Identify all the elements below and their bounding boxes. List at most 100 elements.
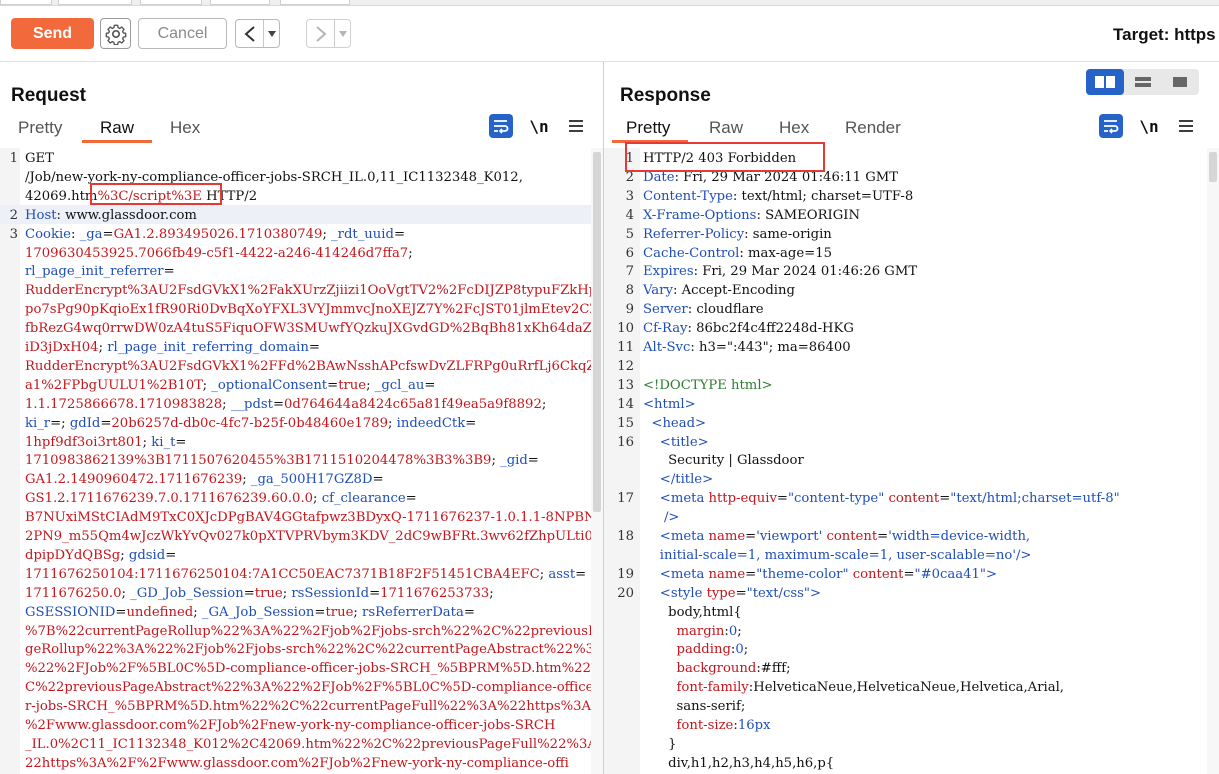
scrollbar-thumb[interactable] — [593, 152, 601, 512]
tab-pretty[interactable]: Pretty — [18, 118, 62, 138]
code-token: gdId — [69, 415, 101, 431]
word-wrap-button[interactable] — [489, 114, 513, 138]
back-button[interactable] — [236, 20, 263, 47]
code-token: 42069.htm — [25, 188, 98, 204]
line-number: 3 — [625, 188, 634, 204]
code-token: 1711676253733 — [380, 585, 490, 601]
code-text: 1711676250104:1711676250104:7A1CC50EAC73… — [25, 566, 586, 585]
code-token: ; — [366, 377, 375, 393]
top-tab-stub[interactable] — [210, 0, 270, 5]
code-token: Date — [643, 169, 675, 185]
code-token: = — [745, 529, 757, 544]
code-token: : max-age=15 — [739, 245, 832, 261]
code-token: = — [175, 434, 187, 450]
code-token: RudderEncrypt%3AU2FsdGVkX1%2FFd%2BAwNssh… — [25, 358, 603, 374]
settings-button[interactable] — [100, 18, 131, 49]
code-text: padding:0; — [643, 641, 749, 660]
code-token: : 86bc2f4c4ff2248d-HKG — [687, 321, 854, 337]
tab-hex[interactable]: Hex — [779, 118, 809, 138]
code-token: GS1.2.1711676239.7.0.1711676239.60.0.0 — [25, 491, 314, 507]
code-token: > — [809, 585, 822, 601]
send-button[interactable]: Send — [11, 18, 94, 49]
tab-raw[interactable]: Raw — [709, 118, 743, 138]
code-token: sans-serif; — [643, 699, 746, 715]
forward-button[interactable] — [307, 20, 334, 47]
code-text: 1.1.1725866678.1710983828; __pdst=0d7646… — [25, 396, 546, 415]
code-text: RudderEncrypt%3AU2FsdGVkX1%2FakXUrzZjiiz… — [25, 282, 597, 301]
layout-side-by-side-button[interactable] — [1086, 69, 1124, 95]
line-number: 10 — [617, 321, 634, 337]
code-token: dpipDYdQBSg — [25, 547, 121, 563]
code-text: %22%2FJob%2F%5BL0C%5D-compliance-officer… — [25, 660, 603, 679]
code-token: a1%2FPbgUULU1%2B10T — [25, 377, 203, 393]
top-tab-stub[interactable] — [280, 0, 350, 5]
word-wrap-button[interactable] — [1099, 114, 1123, 138]
request-scrollbar[interactable] — [591, 148, 603, 774]
code-token: = — [308, 340, 320, 355]
layout-stacked-button[interactable] — [1124, 69, 1162, 95]
code-token: Cookie — [25, 226, 71, 242]
target-label[interactable]: Target: https — [1113, 25, 1216, 45]
code-text: po7sPg90pKqioEx1fR90Ri0DvBqXoYFXL3VYJmmv… — [25, 301, 599, 320]
code-text: initial-scale=1, maximum-scale=1, user-s… — [643, 547, 1032, 566]
code-token: Alt-Svc — [643, 340, 691, 355]
code-text: 1711676250.0; _GD_Job_Session=true; rsSe… — [25, 585, 494, 604]
code-token: = — [314, 604, 326, 620]
code-token: : SAMEORIGIN — [756, 207, 860, 223]
history-forward-group — [306, 19, 351, 48]
code-token: "text/css" — [746, 585, 810, 601]
code-text: Alt-Svc: h3=":443"; ma=86400 — [643, 339, 851, 358]
code-token: = — [100, 415, 112, 431]
cancel-button[interactable]: Cancel — [138, 18, 227, 49]
code-token: <meta — [659, 529, 709, 544]
code-text: Server: cloudflare — [643, 301, 764, 320]
code-token: content — [888, 491, 940, 507]
code-text: GA1.2.1490960472.1711676239; _ga_500H17G… — [25, 471, 384, 490]
tab-render[interactable]: Render — [845, 118, 901, 138]
code-text: <!DOCTYPE html> — [643, 377, 773, 396]
response-menu-button[interactable] — [1174, 114, 1198, 138]
code-token: rsReferrerData — [362, 604, 464, 620]
request-menu-button[interactable] — [564, 114, 588, 138]
tab-hex[interactable]: Hex — [170, 118, 200, 138]
line-number: 2 — [9, 207, 18, 223]
top-tab-stub[interactable] — [0, 0, 52, 5]
scrollbar-thumb[interactable] — [1209, 152, 1217, 182]
code-text: <title> — [643, 434, 709, 453]
code-token: = — [369, 585, 381, 601]
back-history-dropdown[interactable] — [263, 20, 279, 47]
code-token: __pdst — [230, 396, 273, 412]
show-newlines-button[interactable]: \n — [527, 114, 551, 138]
tab-pretty[interactable]: Pretty — [626, 118, 670, 138]
code-text: GET — [25, 150, 54, 169]
line-number: 15 — [617, 415, 634, 431]
code-token: padding — [676, 642, 731, 658]
show-newlines-button[interactable]: \n — [1137, 114, 1161, 138]
code-text: C%22previousPageAbstract%22%3A%22%2FJob%… — [25, 679, 593, 698]
code-token: ; — [491, 453, 501, 469]
line-number: 4 — [625, 207, 634, 223]
status-highlight-box — [625, 142, 825, 172]
code-token: 1hpf9df3oi3rt801 — [25, 434, 143, 450]
forward-history-dropdown[interactable] — [334, 20, 350, 47]
code-token: indeedCtk — [396, 415, 466, 431]
line-number: 9 — [625, 302, 634, 318]
tab-raw[interactable]: Raw — [100, 118, 134, 138]
code-token: ; — [322, 226, 332, 242]
code-token: fbRezG4wq0rrwDW0zA4tuS5FiquOFW3SMUwfYQzk… — [25, 321, 603, 337]
chevron-right-icon — [315, 25, 327, 42]
response-editor[interactable]: 1 HTTP/2 403 Forbidden 2 Date: Fri, 29 Mar … — [604, 148, 1219, 774]
code-token: ; — [98, 340, 108, 355]
top-tab-stub[interactable] — [58, 0, 132, 5]
response-title: Response — [620, 85, 711, 106]
response-scrollbar[interactable] — [1207, 148, 1219, 774]
layout-tabs-button[interactable] — [1161, 69, 1199, 95]
code-token: gdsid — [128, 547, 166, 563]
top-tab-stub[interactable] — [140, 0, 202, 5]
request-editor[interactable]: 1 GET/Job/new-york-ny-compliance-officer-… — [0, 148, 603, 774]
line-number: 13 — [617, 377, 634, 393]
code-text: Vary: Accept-Encoding — [643, 282, 795, 301]
response-panel: Response Pretty Raw Hex Render \n 1 HTTP/… — [604, 62, 1219, 774]
